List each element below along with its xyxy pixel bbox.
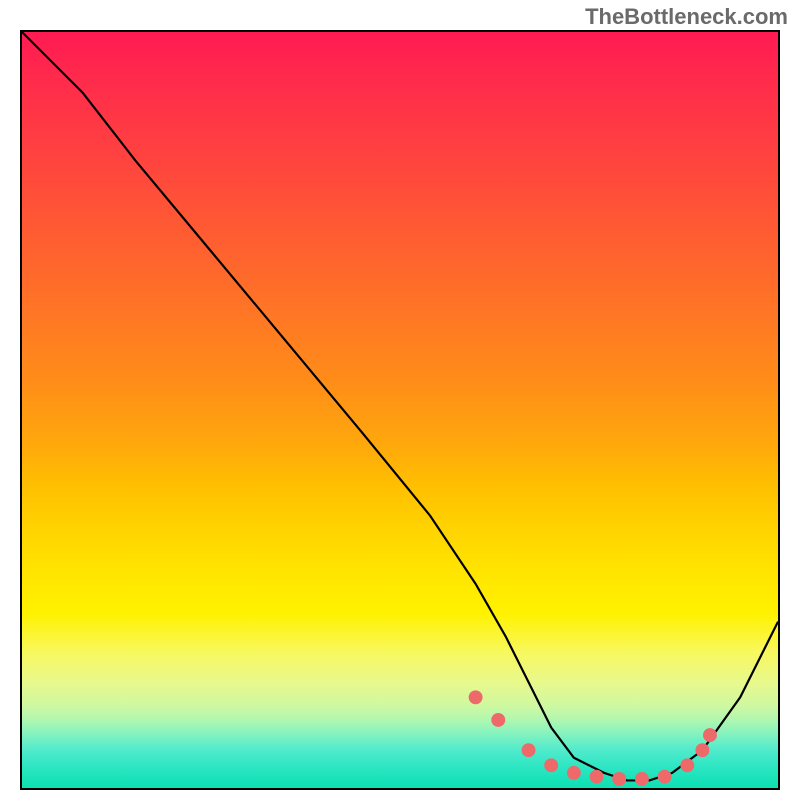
marker-dot [635,772,649,786]
marker-dots [469,690,717,786]
marker-dot [522,743,536,757]
chart-svg [22,32,778,788]
marker-dot [567,766,581,780]
marker-dot [544,758,558,772]
chart-container [20,30,780,790]
marker-dot [590,770,604,784]
curve-line [22,32,778,780]
marker-dot [658,770,672,784]
marker-dot [491,713,505,727]
marker-dot [703,728,717,742]
marker-dot [680,758,694,772]
marker-dot [469,690,483,704]
watermark-text: TheBottleneck.com [585,4,788,30]
marker-dot [612,772,626,786]
marker-dot [695,743,709,757]
